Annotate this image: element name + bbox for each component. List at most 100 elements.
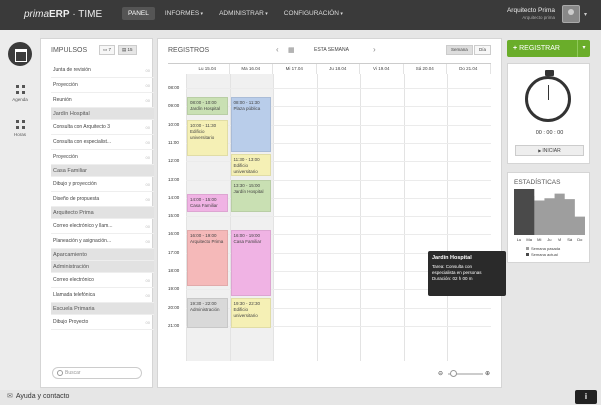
list-item-count: 00 (145, 155, 150, 160)
stats-title: ESTADÍSTICAS (514, 179, 561, 186)
list-item-label: Arquitecto Prima (53, 210, 94, 216)
calendar-event[interactable]: 14:00 - 15:00 Casa Familiar (187, 194, 228, 213)
hour-label: 13:00 (168, 176, 180, 182)
nav-agenda[interactable]: Agenda (0, 85, 40, 102)
list-group-header: Aparcamiento (51, 249, 154, 261)
stats-legend: Semana pasada Semana actual (526, 246, 560, 258)
week-label: ESTA SEMANA (314, 47, 349, 53)
list-item-label: Proyección (53, 154, 78, 160)
calendar-icon[interactable] (8, 42, 32, 66)
info-icon[interactable]: i (575, 390, 597, 404)
user-menu[interactable]: Arquitecto Prima Arquitecto prima (507, 7, 555, 20)
list-item[interactable]: Dibujo Proyecto 00 (51, 315, 154, 330)
list-group-header: Casa Familiar (51, 165, 154, 177)
zoom-in-icon[interactable]: ⊕ (485, 370, 490, 377)
list-item-label: Escuela Primaria (53, 306, 95, 312)
app-logo[interactable]: primaERP · TIME (24, 9, 102, 20)
view-week-button[interactable]: ▤ 15 (118, 45, 137, 55)
zoom-control[interactable]: ⊖ ⊕ (438, 369, 493, 379)
calendar-event[interactable]: 16:00 - 19:00 Casa Familiar (230, 229, 271, 296)
list-item[interactable]: Proyección 00 (51, 150, 154, 165)
event-tooltip: Jardín Hospital Tarea: Consulta con espe… (428, 251, 506, 296)
list-item-count: 00 (145, 83, 150, 88)
chevron-down-icon[interactable]: ▾ (584, 11, 587, 18)
calendar-event[interactable]: 13:30 - 15:00 Jardín Hospital (230, 179, 271, 212)
day-header[interactable]: Ju 18.04 (317, 64, 360, 74)
nav-informes[interactable]: INFORMES (159, 7, 209, 20)
calendar-event[interactable]: 11:30 - 13:00 Edificio universitario (230, 153, 271, 176)
toggle-week[interactable]: Semana (446, 45, 473, 55)
avatar[interactable] (562, 5, 580, 23)
day-divider (403, 74, 405, 361)
hour-gridline (186, 216, 491, 218)
tick-label: Sá (567, 237, 573, 242)
zoom-out-icon[interactable]: ⊖ (438, 370, 443, 377)
list-item[interactable]: Proyección 00 (51, 78, 154, 93)
list-group-header: Jardín Hospital (51, 108, 154, 120)
day-header[interactable]: Ma 16.04 (230, 64, 273, 74)
registrar-button[interactable]: + REGISTRAR ▾ (507, 40, 590, 57)
day-header[interactable]: Mi 17.04 (273, 64, 317, 74)
calendar-event[interactable]: 19:30 - 22:30 Edificio universitario (230, 298, 271, 328)
list-item[interactable]: Dibujo y proyección 00 (51, 177, 154, 192)
list-item[interactable]: Correo electrónico y llam... 00 (51, 219, 154, 234)
calendar-event[interactable]: 10:00 - 11:30 Edificio universitario (187, 120, 228, 156)
legend-label: Semana pasada (531, 246, 561, 251)
list-item-count: 00 (145, 239, 150, 244)
search-input[interactable]: Buscar (52, 367, 142, 379)
list-item[interactable]: Planeación y asignación... 00 (51, 234, 154, 249)
list-item-label: Jardín Hospital (53, 111, 90, 117)
calendar-event[interactable]: 16:00 - 19:00 Arquitecto Prima (187, 229, 228, 286)
footer: Ayuda y contacto i (0, 389, 601, 405)
tick-label: Mi (537, 237, 542, 242)
hour-label: 21:00 (168, 322, 180, 328)
list-item[interactable]: Correo electrónico 00 (51, 273, 154, 288)
nav-administrar[interactable]: ADMINISTRAR (213, 7, 274, 20)
day-header[interactable]: Sá 20.04 (404, 64, 447, 74)
list-item-label: Proyección (53, 82, 78, 88)
list-group-header: Escuela Primaria (51, 303, 154, 315)
list-item[interactable]: Consulta con especialist... 00 (51, 135, 154, 150)
registros-panel: REGISTROS ‹ ▦ ESTA SEMANA › Semana Día L… (157, 38, 506, 388)
list-item-label: Llamada telefónica (53, 292, 95, 298)
nav-panel[interactable]: PANEL (122, 7, 155, 20)
day-header[interactable]: Vi 19.04 (360, 64, 404, 74)
legend-label: Semana actual (531, 252, 558, 257)
toggle-day[interactable]: Día (474, 45, 492, 55)
day-divider (447, 74, 448, 361)
list-item-label: Casa Familiar (53, 168, 87, 174)
event-title: Plaza pública (233, 106, 261, 112)
list-group-header: Arquitecto Prima (51, 207, 154, 219)
next-week-button[interactable]: › (373, 45, 376, 54)
list-item[interactable]: Reunión 00 (51, 93, 154, 108)
nav-configuracion[interactable]: CONFIGURACIÓN (278, 7, 349, 20)
list-item-label: Consulta con especialist... (53, 139, 112, 145)
agenda-grid-icon (15, 85, 25, 94)
list-item-label: Correo electrónico (53, 277, 94, 283)
tick-label: Ma (526, 237, 532, 242)
list-item[interactable]: Consulta con Arquitecto 3 00 (51, 120, 154, 135)
day-header[interactable]: Lu 15.04 (186, 64, 230, 74)
day-header[interactable]: Do 21.04 (447, 64, 491, 74)
calendar-event[interactable]: 19:30 - 22:00 Administración (187, 298, 228, 328)
calendar-event[interactable]: 08:00 - 10:00 Jardín Hospital (187, 97, 228, 116)
start-timer-button[interactable]: INICIAR (515, 145, 584, 156)
prev-week-button[interactable]: ‹ (276, 45, 279, 54)
list-item[interactable]: Junta de revisión 00 (51, 63, 154, 78)
zoom-handle[interactable] (450, 370, 457, 377)
list-item-label: Reunión (53, 97, 72, 103)
help-contact-link[interactable]: Ayuda y contacto (7, 392, 70, 400)
event-title: Casa Familiar (190, 203, 218, 209)
registros-title: REGISTROS (168, 47, 210, 54)
nav-horas[interactable]: Horas (0, 120, 40, 137)
event-title: Arquitecto Prima (190, 238, 224, 244)
view-day-button[interactable]: ▭ 7 (99, 45, 116, 55)
calendar-picker-icon[interactable]: ▦ (288, 46, 295, 54)
calendar-event[interactable]: 08:00 - 11:30 Plaza pública (230, 97, 271, 153)
list-item-count: 00 (145, 140, 150, 145)
list-item[interactable]: Llamada telefónica 00 (51, 288, 154, 303)
list-group-header: Administración (51, 261, 154, 273)
event-title: Edificio universitario (233, 307, 258, 319)
list-item[interactable]: Diseño de propuesta 00 (51, 192, 154, 207)
chevron-down-icon[interactable]: ▾ (577, 40, 590, 57)
